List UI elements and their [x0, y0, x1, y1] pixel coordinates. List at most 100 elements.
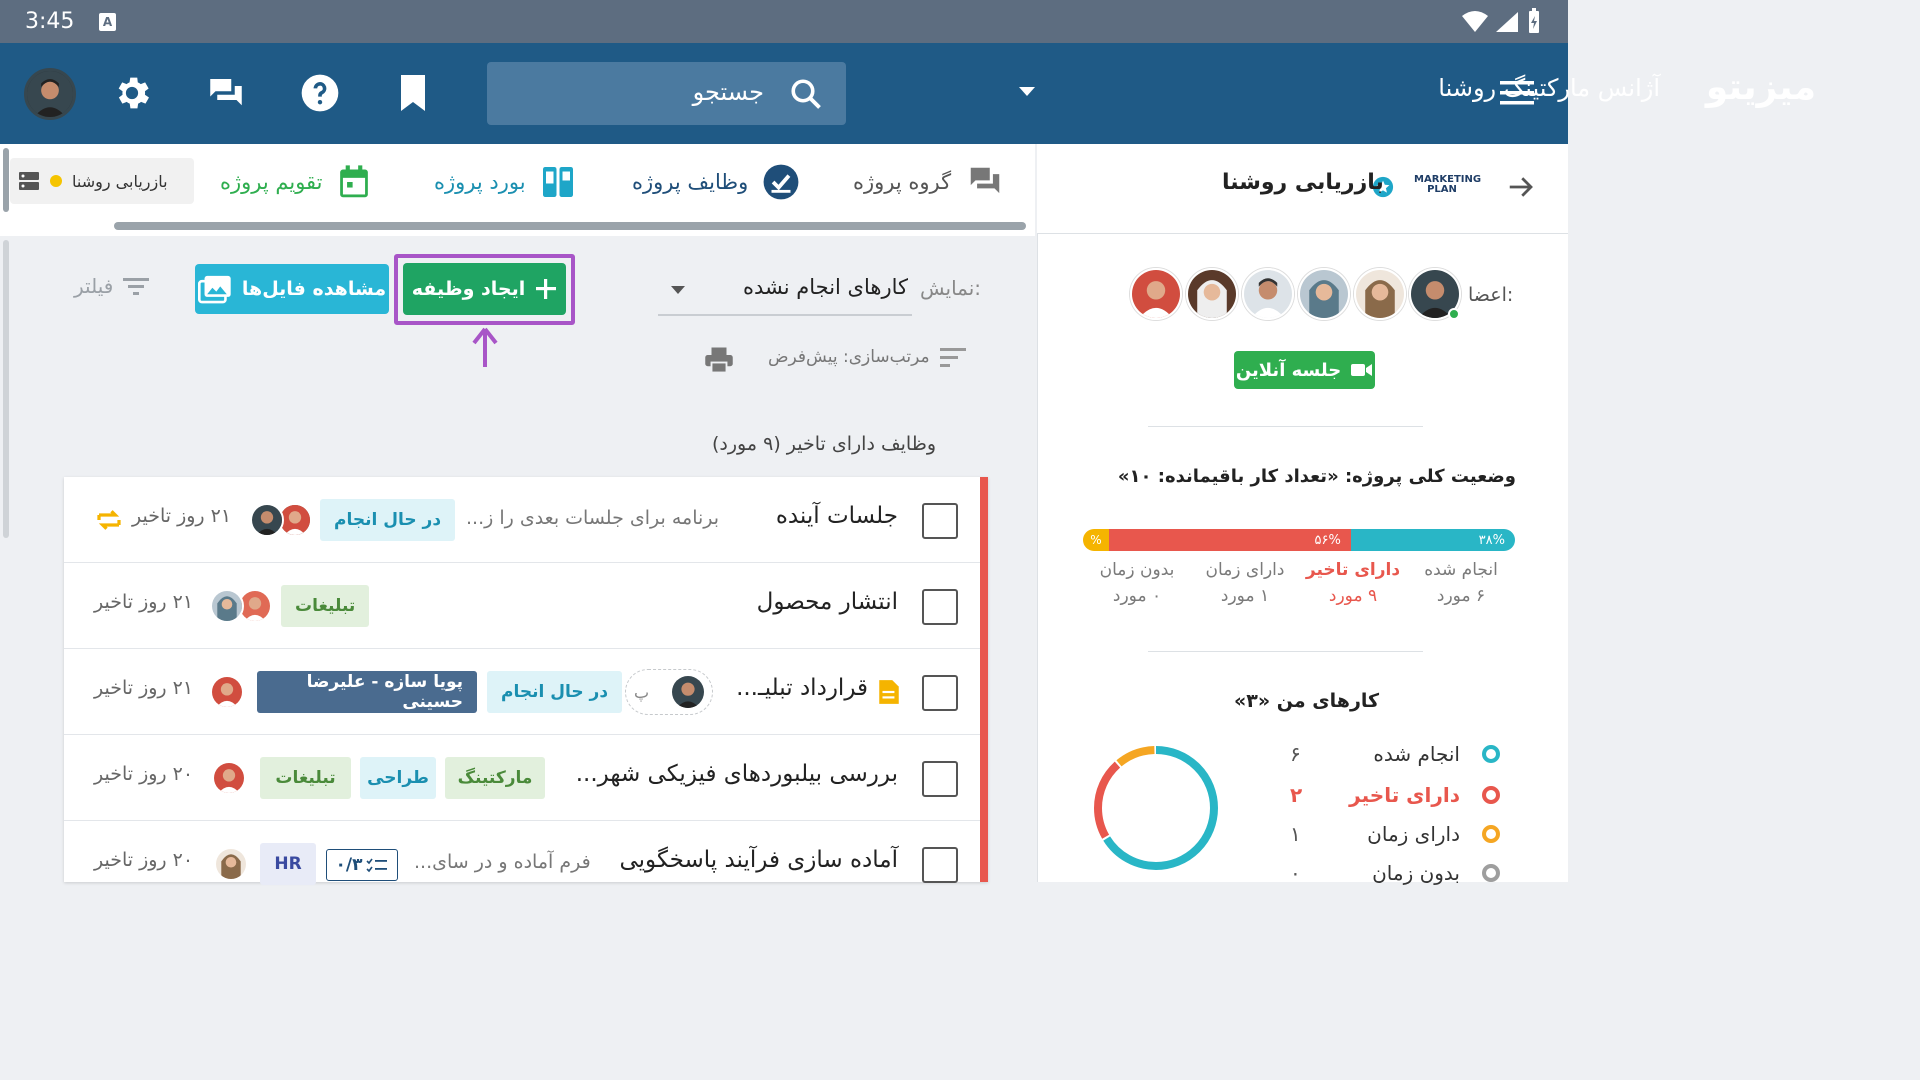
horizontal-scrollbar[interactable] — [114, 222, 1026, 230]
my-tasks-title: کارهای من «۳» — [1234, 690, 1380, 712]
wifi-signal-icon — [1462, 11, 1518, 32]
avatar — [212, 761, 246, 795]
progress-ontime: % — [1083, 529, 1109, 551]
search-placeholder: جستجو — [692, 78, 764, 106]
tag-chip[interactable]: تبلیغات — [260, 757, 351, 799]
org-name[interactable]: آژانس مارکتینگ روشنا — [1438, 74, 1660, 102]
filter-button[interactable]: فیلتر — [74, 274, 151, 298]
search-bar[interactable]: جستجو — [487, 62, 846, 125]
task-checkbox[interactable] — [922, 847, 958, 883]
gear-icon[interactable] — [111, 72, 153, 114]
tab-calendar[interactable]: تقویم پروژه — [220, 160, 371, 204]
tag-chip[interactable]: طراحی — [360, 757, 436, 799]
forum-icon — [970, 167, 1000, 194]
task-description: برنامه برای جلسات بعدی را ز... — [466, 507, 720, 529]
task-checkbox[interactable] — [922, 761, 958, 797]
delay-label: ۲۱ روز تاخیر — [94, 591, 194, 613]
tab-tasks[interactable]: وظایف پروژه — [632, 160, 800, 204]
table-row[interactable]: جلسات آینده برنامه برای جلسات بعدی را ز.… — [64, 477, 988, 563]
avatar[interactable] — [1186, 268, 1238, 320]
status-chip[interactable]: در حال انجام — [320, 499, 456, 541]
tab-tasks-label: وظایف پروژه — [632, 170, 749, 194]
plus-icon — [536, 279, 557, 299]
task-checkbox[interactable] — [922, 675, 958, 711]
arrow-forward-icon[interactable] — [1505, 172, 1537, 202]
client-chip[interactable]: پویا سازه - علیرضا حسینی — [257, 671, 477, 713]
avatar[interactable] — [1354, 268, 1406, 320]
status-bar: 3:45 A — [0, 0, 1568, 43]
task-title: انتشار محصول — [756, 589, 898, 615]
stat-ontime: دارای زمان ۱ مورد — [1205, 560, 1285, 606]
online-meeting-button[interactable]: جلسه آنلاین — [1234, 351, 1375, 389]
menu-icon[interactable] — [1500, 78, 1536, 108]
table-row[interactable]: بررسی بیلبوردهای فیزیکی شهر... مارکتینگ … — [64, 735, 988, 821]
scrollbar[interactable] — [3, 240, 9, 538]
table-row[interactable]: قرارداد تبلیـ... پ در حال انجام پویا ساز… — [64, 649, 988, 735]
stat-notime: بدون زمان ۰ مورد — [1099, 560, 1175, 606]
status-title: وضعیت کلی پروژه: «تعداد کار باقیمانده: ۱… — [1117, 466, 1516, 487]
status-time: 3:45 — [25, 9, 75, 34]
avatar[interactable] — [1298, 268, 1350, 320]
divider — [1148, 426, 1423, 427]
avatar — [210, 589, 244, 623]
sort-button[interactable]: مرتب‌سازی: پیش‌فرض — [768, 346, 966, 368]
chat-chip[interactable]: پ — [625, 669, 713, 715]
view-files-label: مشاهده فایل‌ها — [241, 278, 387, 300]
overdue-indicator — [980, 477, 988, 882]
tag-chip[interactable]: تبلیغات — [281, 585, 370, 627]
battery-icon — [1529, 8, 1539, 33]
divider — [1148, 651, 1423, 652]
task-title: بررسی بیلبوردهای فیزیکی شهر... — [575, 761, 898, 787]
tab-group-label: گروه پروژه — [853, 170, 952, 194]
create-task-label: ایجاد وظیفه — [411, 278, 526, 300]
print-icon[interactable] — [704, 346, 734, 374]
org-dropdown-icon[interactable] — [1018, 86, 1036, 98]
project-progress-bar: ۳۸% ۵۶% % — [1083, 529, 1515, 551]
table-row[interactable]: انتشار محصول تبلیغات ۲۱ روز تاخیر — [64, 563, 988, 649]
checklist-chip[interactable]: ۰/۳ — [326, 849, 398, 881]
avatar — [210, 675, 244, 709]
legend-notime: بدون زمان ۰ — [1290, 861, 1500, 885]
table-row[interactable]: آماده سازی فرآیند پاسخگویی فرم آماده و د… — [64, 821, 988, 885]
checklist-icon — [366, 858, 388, 873]
show-select[interactable]: کارهای انجام نشده — [658, 266, 912, 316]
task-title: قرارداد تبلیـ... — [736, 675, 868, 701]
filter-label: فیلتر — [74, 274, 114, 298]
gallery-icon — [197, 275, 231, 304]
legend-ring-icon — [1482, 786, 1500, 804]
scrollbar[interactable] — [3, 148, 9, 212]
chevron-down-icon — [671, 286, 685, 294]
tab-project-chip[interactable]: بازریابی روشنا — [10, 158, 194, 204]
avatar — [214, 847, 248, 881]
task-description: فرم آماده و در سای... — [414, 851, 591, 873]
sort-label: مرتب‌سازی: پیش‌فرض — [768, 347, 930, 367]
legend-ontime: دارای زمان ۱ — [1290, 822, 1500, 846]
task-checkbox[interactable] — [922, 503, 958, 539]
bookmark-icon[interactable] — [395, 72, 431, 114]
view-files-button[interactable]: مشاهده فایل‌ها — [195, 264, 389, 314]
create-task-button[interactable]: ایجاد وظیفه — [403, 263, 566, 315]
project-name: بازریابی روشنا — [1222, 170, 1384, 195]
board-icon — [542, 167, 573, 197]
legend-done: انجام شده ۶ — [1290, 742, 1500, 766]
delay-label: ۲۱ روز تاخیر — [94, 677, 194, 699]
show-select-value: کارهای انجام نشده — [742, 275, 908, 299]
online-dot — [1448, 308, 1460, 320]
chat-icon[interactable] — [205, 72, 247, 114]
avatar[interactable] — [1242, 268, 1294, 320]
task-title: آماده سازی فرآیند پاسخگویی — [619, 847, 898, 873]
help-icon[interactable] — [298, 71, 342, 115]
user-avatar[interactable] — [24, 68, 76, 120]
avatar[interactable] — [1130, 268, 1182, 320]
search-icon[interactable] — [788, 76, 824, 112]
task-checkbox[interactable] — [922, 589, 958, 625]
legend-ring-icon — [1482, 864, 1500, 882]
tag-chip[interactable]: مارکتینگ — [445, 757, 545, 799]
tab-board[interactable]: بورد پروژه — [434, 160, 576, 204]
tag-chip[interactable]: HR — [260, 843, 316, 885]
tab-project-chip-label: بازریابی روشنا — [72, 171, 168, 191]
storage-icon — [19, 172, 39, 190]
status-chip[interactable]: در حال انجام — [487, 671, 623, 713]
tab-group[interactable]: گروه پروژه — [853, 160, 1005, 204]
stat-late: دارای تاخیر ۹ مورد — [1305, 560, 1401, 606]
